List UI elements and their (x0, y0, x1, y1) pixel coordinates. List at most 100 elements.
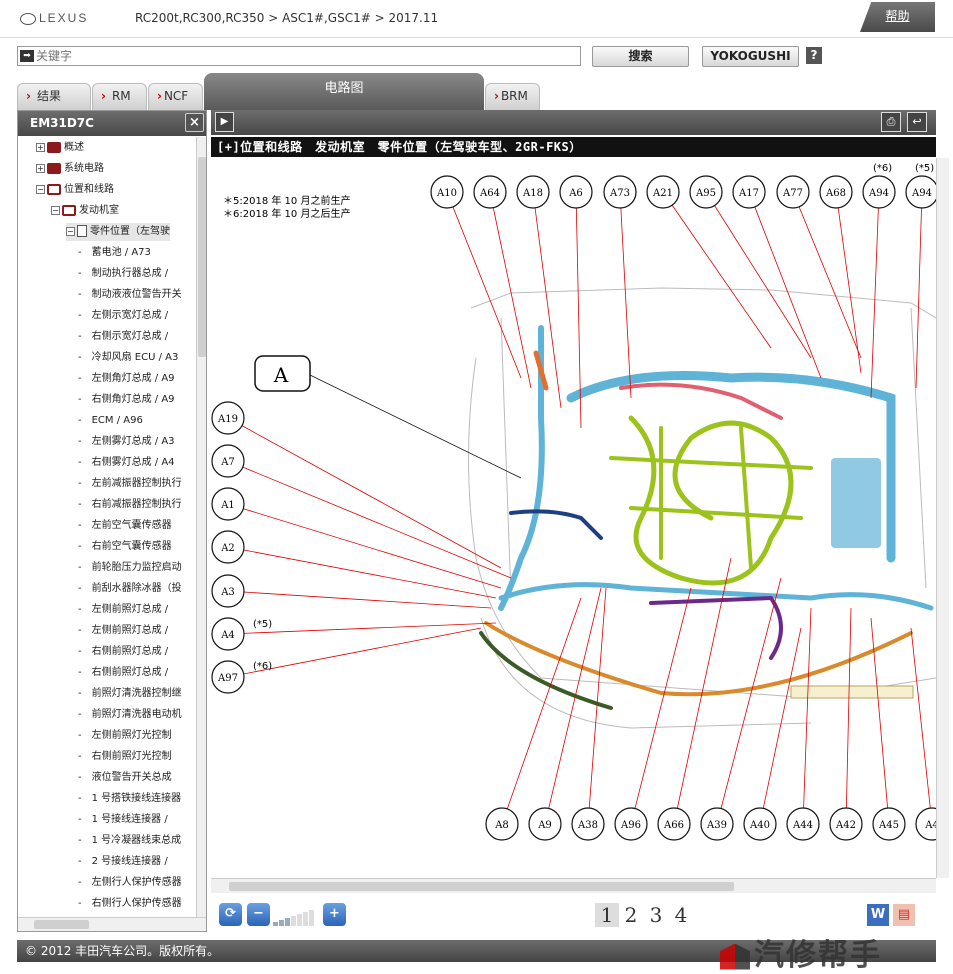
tree-leaf[interactable]: - 左侧角灯总成 / A9 (78, 370, 175, 388)
tree-leaf[interactable]: - 右侧示宽灯总成 / (78, 328, 168, 346)
connector-label: A39 (706, 820, 727, 831)
tree-item[interactable]: + 系统电路 (36, 160, 104, 178)
help-button[interactable]: 帮助 (860, 2, 935, 32)
tree-leaf[interactable]: - 左侧雾灯总成 / A3 (78, 433, 175, 451)
tree-leaf[interactable]: - 制动液液位警告开关 (78, 286, 182, 304)
tree-leaf[interactable]: - 左侧前照灯总成 / (78, 601, 168, 619)
scroll-thumb[interactable] (34, 920, 89, 929)
diagram-vertical-scrollbar[interactable] (936, 158, 949, 878)
expand-icon[interactable]: + (36, 163, 45, 173)
tree-leaf[interactable]: - 右侧前照灯光控制 (78, 748, 172, 766)
tree-leaf[interactable]: - ECM / A96 (78, 412, 143, 430)
page-4[interactable]: 4 (669, 903, 693, 927)
collapse-icon[interactable]: − (66, 226, 75, 236)
search-input[interactable] (36, 48, 576, 64)
leader-line (446, 191, 522, 379)
connector-label: A77 (782, 188, 803, 199)
tab-wiring-diagram[interactable]: 电路图 (204, 73, 484, 110)
tree-leaf[interactable]: - 1 号接线连接器 / (78, 811, 168, 829)
leader-line (835, 191, 862, 374)
tree-leaf[interactable]: - 液位警告开关总成 (78, 769, 172, 787)
tree-leaf[interactable]: - 左侧前照灯总成 / (78, 622, 168, 640)
zoom-level-bar[interactable] (303, 912, 308, 926)
tree-leaf[interactable]: - 右侧行人保护传感器 (78, 895, 182, 913)
tree-leaf[interactable]: - 2 号接线连接器 / (78, 853, 168, 871)
panel-code: EM31D7C (30, 116, 94, 130)
callout-lines (227, 191, 933, 825)
yokogushi-button[interactable]: YOKOGUSHI (702, 46, 799, 67)
search-box[interactable]: ➡ (17, 46, 581, 66)
pdf-export-icon[interactable]: ▤ (893, 904, 915, 926)
page-2[interactable]: 2 (619, 903, 643, 927)
tab-results[interactable]: › 结果 (17, 83, 91, 110)
tab-rm[interactable]: › RM (92, 83, 147, 110)
tree-leaf[interactable]: - 右前减振器控制执行 (78, 496, 182, 514)
zoom-out-icon[interactable]: − (247, 903, 270, 926)
scroll-thumb[interactable] (198, 157, 206, 357)
print-icon[interactable]: ⎙ (881, 112, 901, 132)
zoom-level-bar[interactable] (279, 920, 284, 926)
tree-label: 左侧前照灯光控制 (91, 730, 172, 741)
tree-leaf[interactable]: - 右前空气囊传感器 (78, 538, 172, 556)
page-3[interactable]: 3 (644, 903, 668, 927)
tree-leaf[interactable]: - 左前减振器控制执行 (78, 475, 182, 493)
tree-leaf[interactable]: - 前照灯清洗器控制继 (78, 685, 182, 703)
tree-leaf[interactable]: - 冷却风扇 ECU / A3 (78, 349, 178, 367)
collapse-icon[interactable]: − (51, 205, 60, 215)
tree-label: 右前减振器控制执行 (91, 499, 182, 510)
tree-leaf[interactable]: - 左侧前照灯光控制 (78, 727, 172, 745)
collapse-icon[interactable]: − (36, 184, 45, 194)
tree-vertical-scrollbar[interactable] (196, 137, 206, 917)
tree-leaf[interactable]: - 前轮胎压力监控启动 (78, 559, 182, 577)
play-icon[interactable]: ▶ (215, 112, 234, 132)
close-panel-button[interactable]: × (185, 113, 204, 132)
connector-label: A42 (835, 820, 856, 831)
tree-item-selected[interactable]: − 零件位置（左驾驶 (66, 223, 170, 241)
page-1[interactable]: 1 (595, 903, 619, 927)
tree-leaf[interactable]: - 左前空气囊传感器 (78, 517, 172, 535)
tree-item[interactable]: + 概述 (36, 139, 84, 157)
word-export-button[interactable]: W (867, 904, 889, 926)
zoom-level-bar[interactable] (309, 910, 314, 926)
tree-leaf[interactable]: - 1 号冷凝器线束总成 (78, 832, 181, 850)
tree-leaf[interactable]: - 右侧前照灯总成 / (78, 664, 168, 682)
search-button[interactable]: 搜索 (592, 46, 689, 67)
tree-leaf[interactable]: - 左侧示宽灯总成 / (78, 307, 168, 325)
tree-leaf[interactable]: - 左侧行人保护传感器 (78, 874, 182, 892)
tree-label: 冷却风扇 ECU / A3 (91, 352, 179, 363)
zoom-in-icon[interactable]: + (323, 903, 346, 926)
tree-horizontal-scrollbar[interactable] (18, 917, 206, 931)
tree-leaf[interactable]: - 右侧角灯总成 / A9 (78, 391, 175, 409)
tree-leaf[interactable]: - 前照灯清洗器电动机 (78, 706, 182, 724)
tab-brm[interactable]: › BRM (485, 83, 540, 110)
zoom-level-bar[interactable] (273, 922, 278, 926)
return-icon[interactable]: ↩ (907, 112, 927, 132)
zoom-level-bar[interactable] (297, 914, 302, 926)
tab-ncf[interactable]: › NCF (148, 83, 203, 110)
help-question-button[interactable]: ? (806, 47, 822, 64)
tree-label: 左侧前照灯总成 / (91, 604, 169, 615)
tab-label: BRM (500, 89, 528, 103)
expand-icon[interactable]: + (36, 142, 45, 152)
diagram-horizontal-scrollbar[interactable] (211, 878, 936, 893)
wiring-diagram-canvas[interactable]: A ＊5:2018 年 10 月之前生产 ＊6:2018 年 10 月之后生产 … (211, 158, 936, 878)
scroll-thumb[interactable] (229, 882, 734, 891)
connector-label: A95 (695, 188, 716, 199)
tree-item[interactable]: − 发动机室 (51, 202, 119, 220)
tree-leaf[interactable]: - 右侧前照灯总成 / (78, 643, 168, 661)
tree-label: 右前空气囊传感器 (91, 541, 172, 552)
tree-leaf[interactable]: - 前刮水器除冰器（投 (78, 580, 182, 598)
tree-leaf[interactable]: - 1 号搭铁接线连接器 (78, 790, 181, 808)
tree-leaf[interactable]: - 蓄电池 / A73 (78, 244, 151, 262)
refresh-icon[interactable]: ⟳ (219, 903, 242, 926)
book-icon (47, 162, 61, 174)
tree-label: 1 号冷凝器线束总成 (91, 835, 182, 846)
tree-item[interactable]: − 位置和线路 (36, 181, 114, 199)
tab-label: RM (111, 89, 131, 103)
zoom-level-bar[interactable] (291, 916, 296, 926)
tree-leaf[interactable]: - 制动执行器总成 / (78, 265, 168, 283)
tree-label: ECM / A96 (91, 415, 143, 426)
zoom-level-bar[interactable] (285, 918, 290, 926)
tree-leaf[interactable]: - 右侧雾灯总成 / A4 (78, 454, 175, 472)
tree-label: 发动机室 (79, 205, 119, 216)
